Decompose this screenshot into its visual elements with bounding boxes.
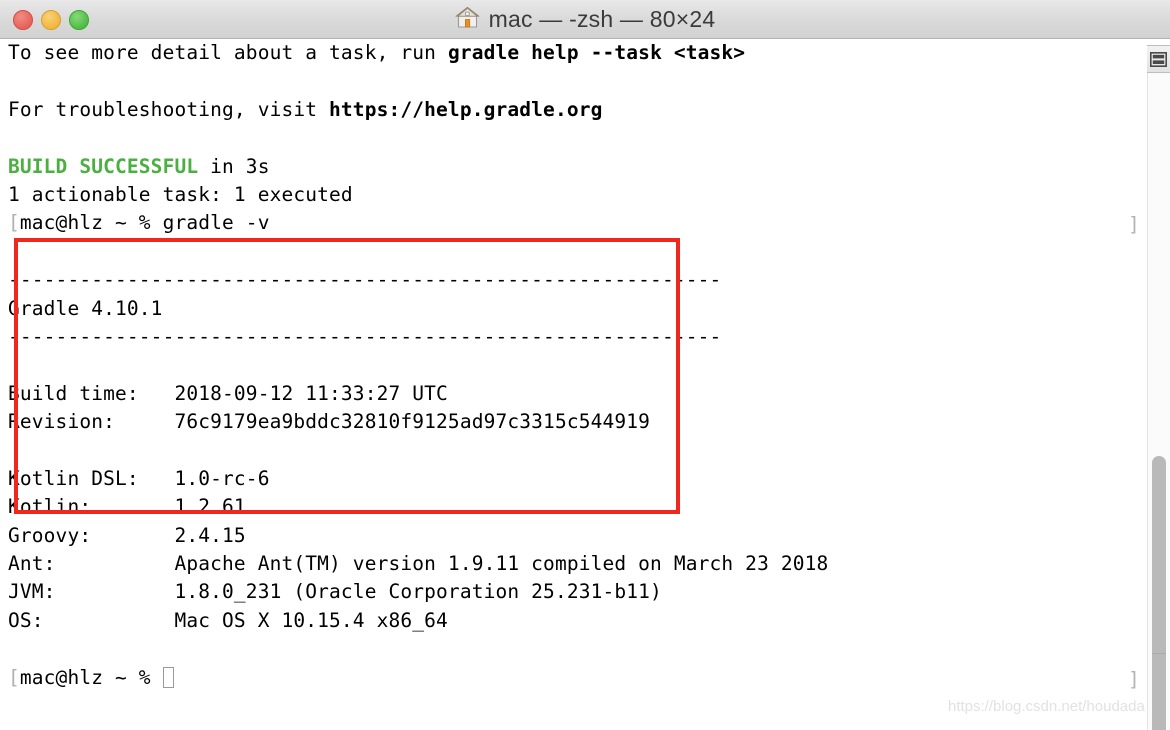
traffic-light-group	[13, 0, 89, 39]
home-icon	[454, 5, 480, 35]
terminal-segment: Ant: Apache Ant(TM) version 1.9.11 compi…	[8, 552, 829, 576]
terminal-segment: To see more detail about a task, run	[8, 41, 448, 64]
close-button[interactable]	[13, 9, 33, 30]
terminal-line-ant: Ant: Apache Ant(TM) version 1.9.11 compi…	[8, 550, 828, 578]
line-wrap-marker: ]	[1128, 667, 1140, 691]
terminal-segment: Gradle 4.10.1	[8, 296, 163, 320]
terminal-line-kotlin-dsl: Kotlin DSL: 1.0-rc-6	[8, 465, 828, 493]
terminal-segment: Groovy: 2.4.15	[8, 523, 246, 547]
terminal-segment: ----------------------------------------…	[8, 268, 722, 292]
vertical-scrollbar-thumb[interactable]	[1152, 456, 1166, 730]
terminal-segment: in 3s	[198, 154, 270, 178]
terminal-line-help-task: To see more detail about a task, run gra…	[8, 39, 828, 67]
scrollbar-thumb-seam	[1152, 653, 1166, 654]
watermark-text: https://blog.csdn.net/houdada	[948, 698, 1145, 715]
terminal-segment: For troubleshooting, visit	[8, 97, 330, 121]
minimize-button[interactable]	[41, 9, 61, 30]
window-title: mac — -zsh — 80×24	[488, 6, 716, 32]
split-pane-button[interactable]	[1146, 45, 1170, 73]
terminal-line-blank-3	[8, 238, 828, 266]
vertical-scrollbar-track[interactable]	[1147, 73, 1170, 730]
terminal-segment: 1 actionable task: 1 executed	[8, 182, 353, 206]
terminal-line-kotlin: Kotlin: 1.2.61	[8, 493, 828, 521]
terminal-segment: https://help.gradle.org	[329, 97, 603, 121]
terminal-cursor	[162, 666, 174, 688]
terminal-line-troubleshooting: For troubleshooting, visit https://help.…	[8, 96, 828, 124]
terminal-window: mac — -zsh — 80×24 To see more detail ab…	[0, 0, 1170, 730]
terminal-line-build-successful: BUILD SUCCESSFUL in 3s	[8, 153, 828, 181]
terminal-line-blank-4	[8, 351, 828, 379]
terminal-line-blank-6	[8, 635, 828, 663]
terminal-segment: ----------------------------------------…	[8, 324, 722, 348]
terminal-segment: OS: Mac OS X 10.15.4 x86_64	[8, 608, 448, 632]
terminal-line-revision: Revision: 76c9179ea9bddc32810f9125ad97c3…	[8, 408, 828, 436]
terminal-line-build-time: Build time: 2018-09-12 11:33:27 UTC	[8, 380, 828, 408]
terminal-segment: mac@hlz ~ % gradle -v	[19, 211, 270, 235]
zoom-button[interactable]	[69, 9, 89, 30]
terminal-line-rule-top: ----------------------------------------…	[8, 266, 828, 294]
terminal-segment: Kotlin DSL: 1.0-rc-6	[8, 466, 270, 490]
terminal-line-blank-5	[8, 436, 828, 464]
terminal-line-os: OS: Mac OS X 10.15.4 x86_64	[8, 607, 828, 635]
line-wrap-marker: ]	[1128, 213, 1140, 237]
terminal-line-groovy: Groovy: 2.4.15	[8, 522, 828, 550]
terminal-line-actionable-tasks: 1 actionable task: 1 executed	[8, 181, 828, 209]
terminal-segment: JVM: 1.8.0_231 (Oracle Corporation 25.23…	[8, 580, 662, 604]
terminal-segment: BUILD SUCCESSFUL	[8, 154, 199, 178]
terminal-segment: Revision: 76c9179ea9bddc32810f9125ad97c3…	[8, 410, 651, 434]
terminal-segment: [	[8, 211, 20, 235]
terminal-line-blank-1	[8, 67, 828, 95]
window-titlebar: mac — -zsh — 80×24	[0, 0, 1170, 39]
terminal-segment: Build time: 2018-09-12 11:33:27 UTC	[8, 381, 448, 405]
terminal-line-prompt-gradle-v: [mac@hlz ~ % gradle -v	[8, 209, 828, 237]
terminal-output-area[interactable]: To see more detail about a task, run gra…	[0, 39, 1147, 730]
terminal-segment: [	[8, 665, 20, 689]
terminal-text: To see more detail about a task, run gra…	[8, 39, 828, 692]
terminal-segment: mac@hlz ~ %	[19, 665, 163, 689]
window-title-group: mac — -zsh — 80×24	[0, 0, 1170, 39]
terminal-line-blank-2	[8, 124, 828, 152]
terminal-line-prompt-final: [mac@hlz ~ %	[8, 664, 828, 692]
terminal-segment: Kotlin: 1.2.61	[8, 495, 246, 519]
terminal-line-gradle-version: Gradle 4.10.1	[8, 295, 828, 323]
terminal-line-rule-bottom: ----------------------------------------…	[8, 323, 828, 351]
split-pane-icon	[1150, 51, 1167, 67]
terminal-segment: gradle help --task <task>	[447, 41, 746, 64]
terminal-line-jvm: JVM: 1.8.0_231 (Oracle Corporation 25.23…	[8, 578, 828, 606]
